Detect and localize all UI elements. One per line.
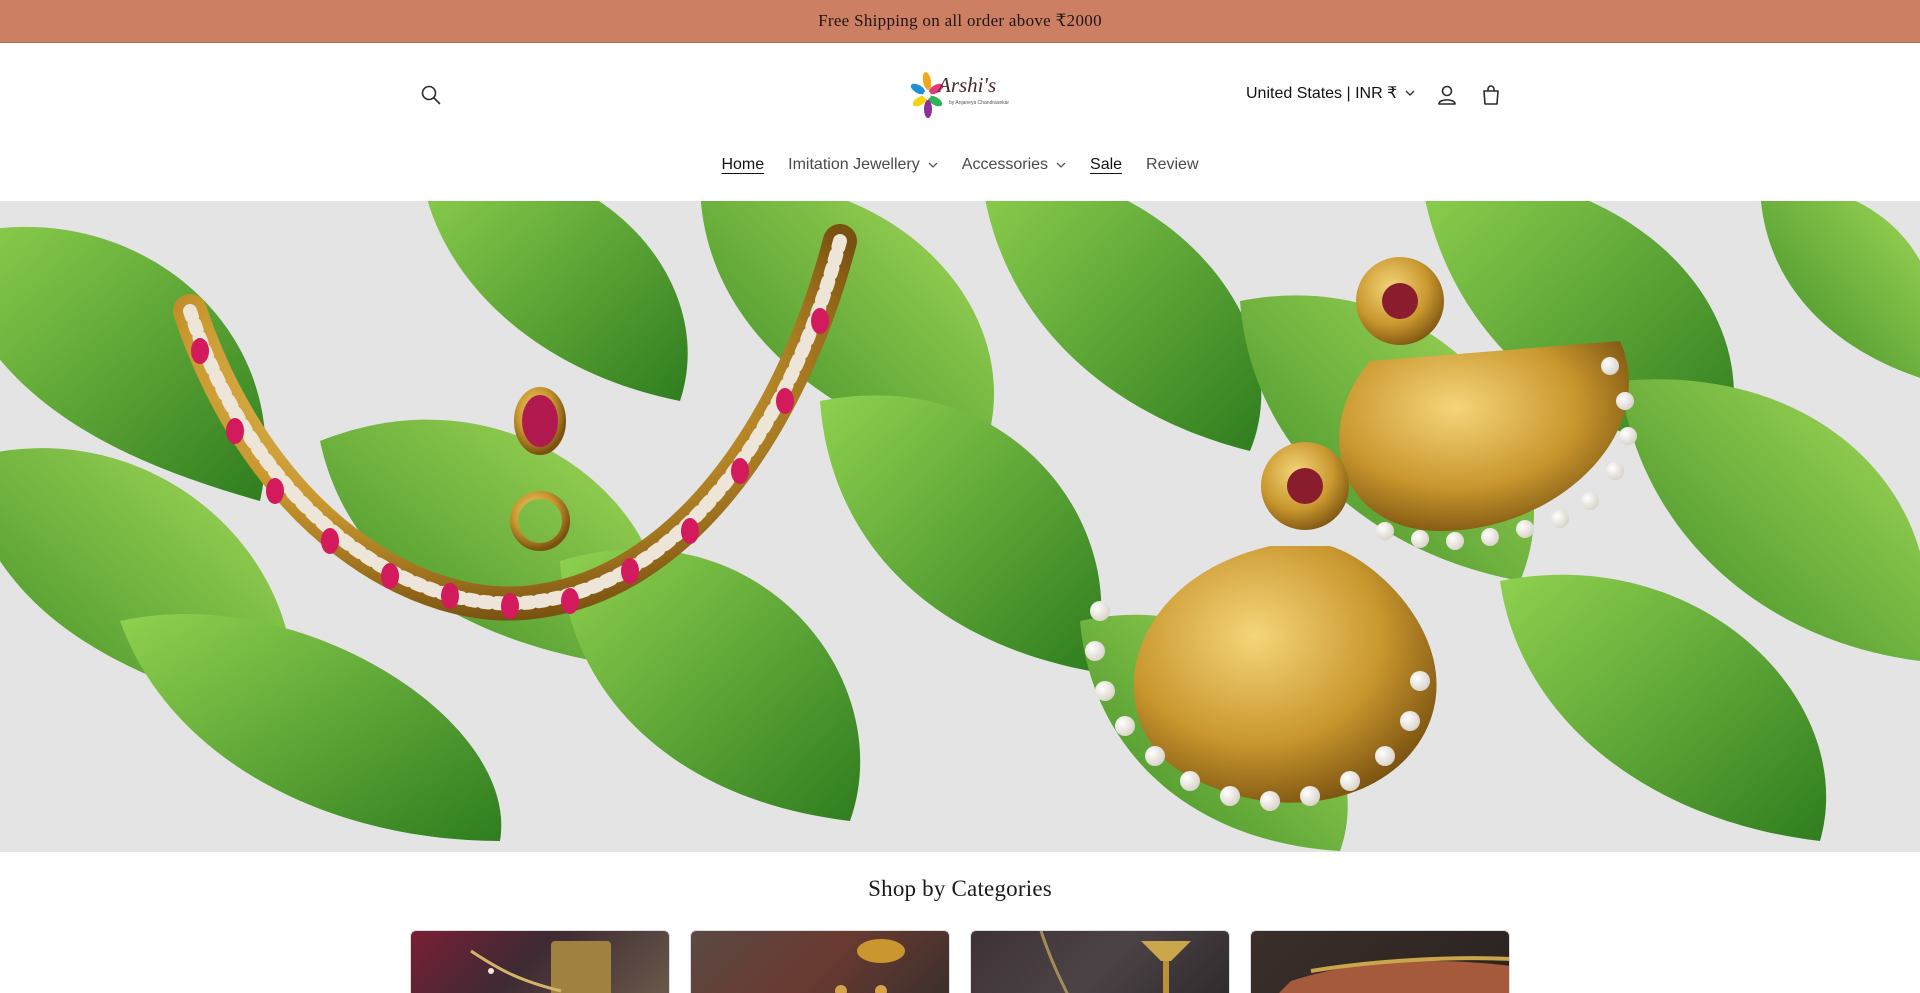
category-card[interactable] bbox=[970, 930, 1230, 993]
nav-accessories-label: Accessories bbox=[961, 156, 1049, 173]
country-currency-selector[interactable]: United States | INR ₹ bbox=[1246, 83, 1415, 103]
category-image bbox=[470, 941, 611, 993]
cart-icon bbox=[1483, 85, 1499, 105]
search-icon bbox=[421, 85, 441, 105]
category-card[interactable] bbox=[1250, 930, 1510, 993]
announcement-bar: Free Shipping on all order above ₹2000 bbox=[0, 0, 1920, 43]
nav-item-imitation-jewellery[interactable]: Imitation Jewellery bbox=[776, 151, 950, 179]
chevron-down-icon bbox=[928, 162, 938, 168]
category-image bbox=[1039, 931, 1191, 993]
nav-item-accessories[interactable]: Accessories bbox=[950, 151, 1078, 179]
nav-sale-label: Sale bbox=[1090, 156, 1123, 173]
main-navigation: Home Imitation Jewellery Accessories Sal… bbox=[0, 151, 1920, 179]
category-image bbox=[835, 939, 905, 993]
announcement-text: Free Shipping on all order above ₹2000 bbox=[818, 11, 1102, 30]
nav-item-sale[interactable]: Sale bbox=[1078, 151, 1134, 179]
hero-banner[interactable] bbox=[0, 201, 1920, 852]
site-logo[interactable]: Arshi's by Anjaneya Chandrasekar bbox=[905, 65, 1017, 123]
cart-button[interactable] bbox=[1475, 79, 1507, 111]
category-card[interactable] bbox=[410, 930, 670, 993]
site-header: Arshi's by Anjaneya Chandrasekar United … bbox=[0, 43, 1920, 201]
hero-image bbox=[0, 201, 1920, 852]
chevron-down-icon bbox=[1056, 162, 1066, 168]
nav-item-home[interactable]: Home bbox=[709, 151, 776, 179]
nav-item-review[interactable]: Review bbox=[1134, 151, 1210, 179]
account-icon bbox=[1438, 85, 1456, 105]
chevron-down-icon bbox=[1405, 90, 1415, 96]
logo-wordmark: Arshi's bbox=[938, 73, 997, 97]
nav-review-label: Review bbox=[1146, 156, 1199, 173]
locale-label: United States | INR ₹ bbox=[1246, 85, 1398, 102]
category-image bbox=[1279, 956, 1509, 993]
category-card[interactable] bbox=[690, 930, 950, 993]
logo-tagline: by Anjaneya Chandrasekar bbox=[949, 100, 1010, 106]
categories-heading: Shop by Categories bbox=[868, 876, 1052, 901]
nav-home-label: Home bbox=[721, 156, 765, 173]
search-button[interactable] bbox=[415, 79, 447, 111]
nav-imitation-jewellery-label: Imitation Jewellery bbox=[788, 156, 920, 173]
account-button[interactable] bbox=[1431, 79, 1463, 111]
